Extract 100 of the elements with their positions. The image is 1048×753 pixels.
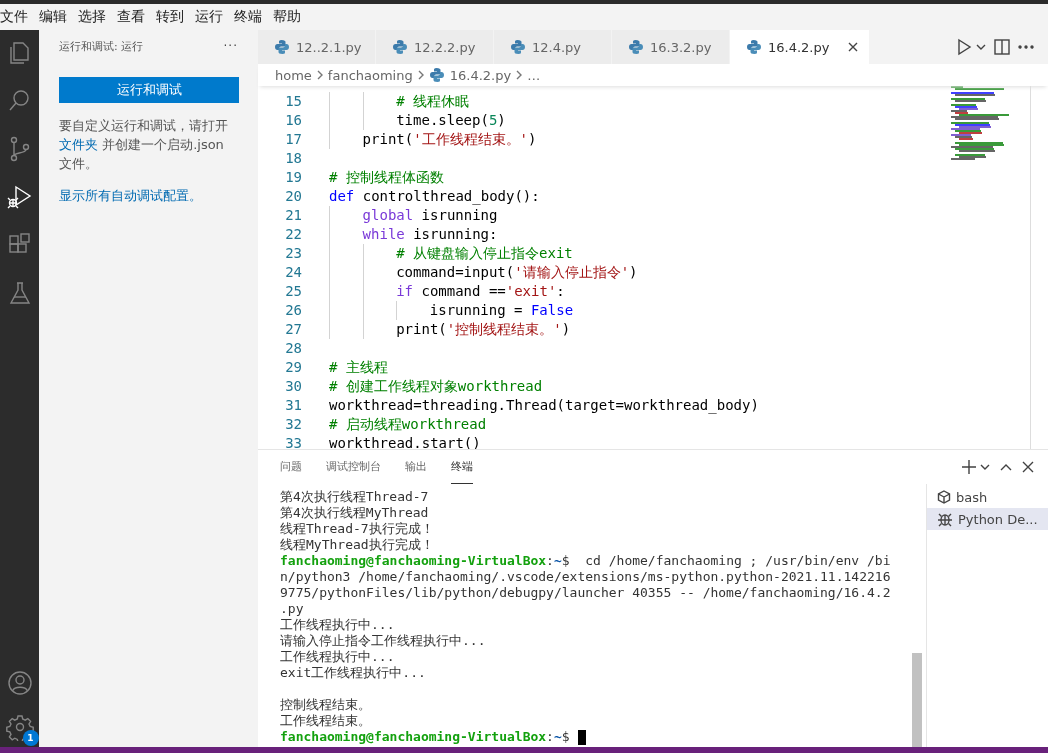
code-line: # 控制线程体函数 (329, 168, 444, 187)
panel-tab[interactable]: 调试控制台 (326, 450, 381, 484)
account-icon[interactable] (5, 669, 34, 697)
settings-icon[interactable] (5, 713, 34, 741)
code-line: def controlthread_body(): (329, 187, 540, 206)
python-file-icon (428, 67, 445, 83)
split-editor-icon[interactable] (994, 39, 1010, 55)
code-line: global isrunning (362, 206, 498, 225)
sidebar-title: 运行和调试: 运行 (59, 38, 144, 54)
code-line: # 创建工作线程对象workthread (329, 377, 543, 396)
terminal-line: exit工作线程执行中... (280, 665, 426, 681)
notification-badge: 1 (22, 730, 39, 746)
chevron-right-icon (417, 70, 424, 80)
line-number: 25 (284, 282, 302, 301)
panel-tab[interactable]: 输出 (405, 450, 427, 484)
menu-item[interactable]: 终端 (234, 8, 267, 26)
terminal-line: n/python3 /home/fanchaoming/.vscode/extensions/ms-python.python-2021.11.142216 (280, 569, 891, 585)
line-number: 19 (284, 168, 302, 187)
terminal-line: 线程MyThread执行完成！ (280, 537, 434, 553)
more-actions-button[interactable]: ··· (223, 39, 238, 53)
menu-item[interactable]: 编辑 (39, 8, 72, 26)
python-file-icon (746, 39, 762, 55)
editor-tab[interactable]: 12.4.py (494, 30, 612, 64)
line-number: 21 (284, 206, 302, 225)
panel-tab[interactable]: 问题 (280, 450, 302, 484)
line-number: 27 (284, 320, 302, 339)
terminal-line: .py (280, 601, 304, 617)
code-line: print('控制线程结束。') (396, 320, 571, 339)
code-line: if command =='exit': (396, 282, 565, 301)
scrollbar-thumb[interactable] (912, 653, 922, 747)
breadcrumb-item[interactable]: home (275, 67, 312, 83)
chevron-right-icon (516, 70, 523, 80)
run-debug-icon[interactable] (5, 183, 34, 211)
code-line: workthread=threading.Thread(target=workthread_body) (329, 396, 759, 415)
chevron-down-icon[interactable] (980, 463, 990, 471)
menu-item[interactable]: 转到 (156, 8, 189, 26)
python-file-icon (510, 39, 526, 55)
editor-tab[interactable]: 16.3.2.py (612, 30, 730, 64)
line-number: 29 (284, 358, 302, 377)
code-line: # 主线程 (329, 358, 388, 377)
terminal-line: fanchaoming@fanchaoming-VirtualBox:~$ cd /home/fanchaoming ; /usr/bin/env /bi (280, 553, 891, 569)
menu-item[interactable]: 选择 (78, 8, 111, 26)
show-debug-configurations-link[interactable]: 显示所有自动调试配置。 (59, 187, 202, 205)
line-number: 15 (284, 92, 302, 111)
line-number: 17 (284, 130, 302, 149)
terminal-line: 工作线程结束。 (280, 713, 371, 729)
python-file-icon (274, 39, 290, 55)
line-number: 24 (284, 263, 302, 282)
code-line: # 线程休眠 (396, 92, 470, 111)
line-number: 32 (284, 415, 302, 434)
menu-item[interactable]: 文件 (0, 8, 33, 26)
line-number: 16 (284, 111, 302, 130)
code-line: # 启动线程workthread (329, 415, 487, 434)
chevron-up-icon[interactable] (1000, 463, 1012, 471)
code-line: # 从键盘输入停止指令exit (396, 244, 573, 263)
menu-item[interactable]: 运行 (195, 8, 228, 26)
menu-item[interactable]: 帮助 (273, 8, 306, 26)
terminal-line: 工作线程执行中... (280, 617, 395, 633)
terminal-line: 请输入停止指令工作线程执行中... (280, 633, 486, 649)
terminal-list-item[interactable]: Python De... (927, 508, 1048, 530)
close-icon[interactable] (847, 41, 860, 53)
breadcrumb-item[interactable]: … (527, 67, 541, 83)
terminal-line: fanchaoming@fanchaoming-VirtualBox:~$ (280, 729, 570, 745)
line-number: 30 (284, 377, 302, 396)
terminal-line: 控制线程结束。 (280, 697, 371, 713)
python-file-icon (392, 39, 408, 55)
line-number: 31 (284, 396, 302, 415)
line-number: 18 (284, 149, 302, 168)
terminal-line: 9775/pythonFiles/lib/python/debugpy/launcher 40355 -- /home/fanchaoming/16.4.2 (280, 585, 891, 601)
close-icon[interactable] (1022, 461, 1034, 473)
chevron-right-icon (316, 70, 323, 80)
code-line: print('工作线程结束。') (362, 130, 537, 149)
terminal-line: 工作线程执行中... (280, 649, 395, 665)
line-number: 22 (284, 225, 302, 244)
chevron-down-icon[interactable] (976, 43, 986, 51)
run-and-debug-button[interactable]: 运行和调试 (59, 77, 239, 103)
bug-icon (937, 511, 953, 527)
terminal-line: 第4次执行线程Thread-7 (280, 489, 429, 505)
panel-tab[interactable]: 终端 (451, 450, 473, 484)
instructions-text: 要自定义运行和调试，请打开 文件夹 并创建一个启动.json 文件。 (59, 117, 229, 173)
code-line: workthread.start() (329, 434, 481, 449)
run-icon[interactable] (956, 38, 972, 56)
line-number: 33 (284, 434, 302, 449)
line-number: 23 (284, 244, 302, 263)
editor-tab[interactable]: 16.4.2.py (730, 30, 871, 64)
terminal-list-item[interactable]: bash (927, 486, 1048, 508)
menu-item[interactable]: 查看 (117, 8, 150, 26)
breadcrumb-item[interactable]: fanchaoming (327, 67, 413, 83)
plus-icon[interactable] (962, 460, 976, 474)
editor-tab[interactable]: 12.2.2.py (376, 30, 494, 64)
terminal-line: 线程Thread-7执行完成！ (280, 521, 434, 537)
code-line: time.sleep(5) (396, 111, 506, 130)
editor-tab[interactable]: 12..2.1.py (258, 30, 376, 64)
more-icon[interactable] (1018, 45, 1034, 49)
line-number: 28 (284, 339, 302, 358)
code-line: while isrunning: (362, 225, 498, 244)
cube-icon (937, 490, 951, 504)
python-file-icon (628, 39, 644, 55)
breadcrumb-item[interactable]: 16.4.2.py (428, 67, 512, 83)
open-folder-link[interactable]: 文件夹 (59, 137, 98, 152)
